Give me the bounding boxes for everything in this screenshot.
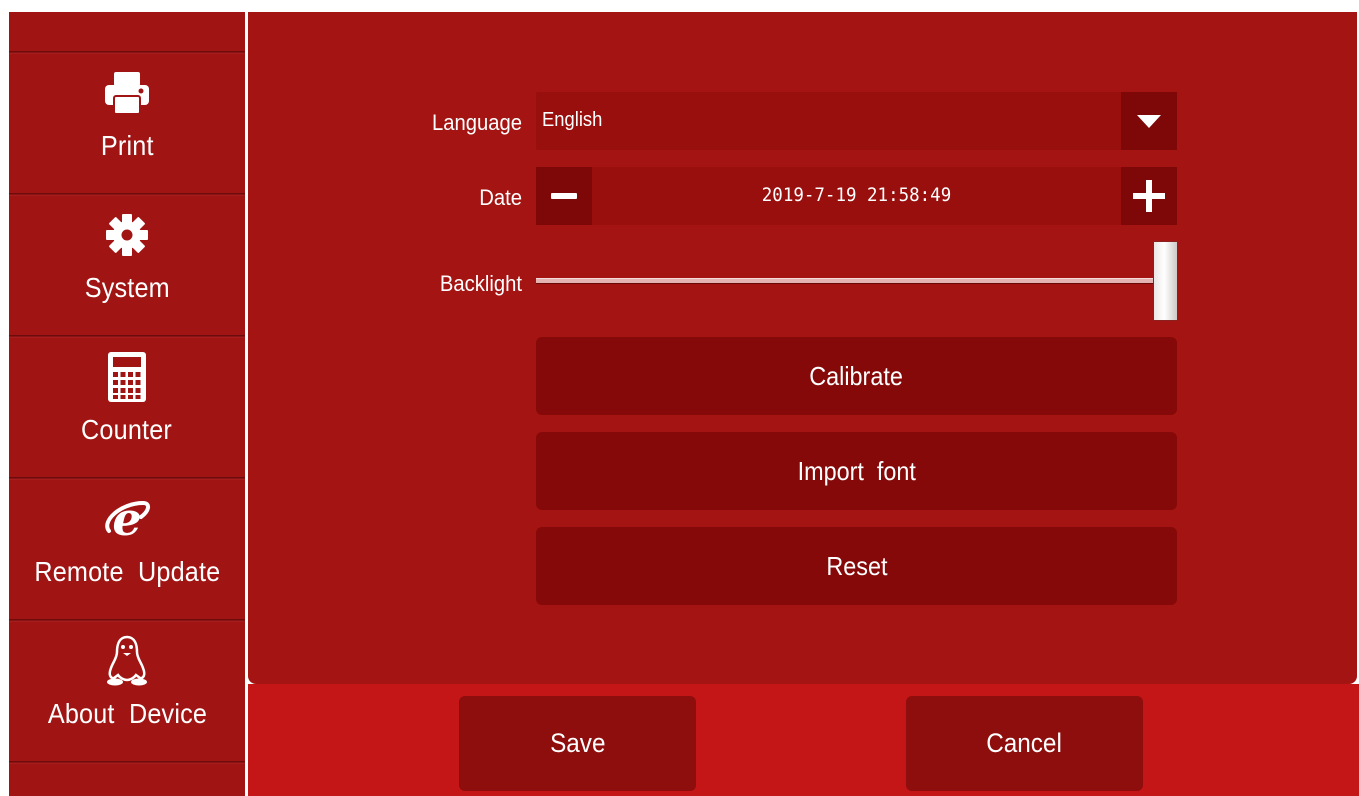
backlight-slider-handle[interactable] bbox=[1153, 241, 1178, 321]
printer-icon bbox=[101, 68, 153, 118]
gear-icon bbox=[105, 210, 149, 260]
import-font-label: Import font bbox=[797, 455, 916, 486]
language-select[interactable]: English bbox=[536, 92, 1177, 150]
reset-label: Reset bbox=[825, 550, 888, 581]
sidebar-item-label: About Device bbox=[47, 698, 207, 729]
sidebar: Print System Counter e Remote Update Abo… bbox=[9, 12, 245, 796]
penguin-icon bbox=[102, 635, 152, 686]
date-field: 2019-7-19 21:58:49 bbox=[536, 167, 1177, 225]
date-value: 2019-7-19 21:58:49 bbox=[761, 184, 952, 206]
sidebar-item-label: System bbox=[84, 272, 170, 303]
plus-button[interactable] bbox=[1121, 167, 1177, 225]
calculator-icon bbox=[107, 352, 147, 402]
calibrate-button[interactable]: Calibrate bbox=[536, 337, 1177, 415]
calibrate-label: Calibrate bbox=[809, 360, 904, 391]
cancel-label: Cancel bbox=[986, 728, 1063, 758]
sidebar-item-remote-update[interactable]: e Remote Update bbox=[9, 480, 245, 618]
backlight-slider-track[interactable] bbox=[536, 278, 1153, 284]
cancel-button[interactable]: Cancel bbox=[906, 696, 1143, 791]
import-font-button[interactable]: Import font bbox=[536, 432, 1177, 510]
sidebar-divider bbox=[9, 761, 245, 764]
settings-panel: Language English Date 2019-7-19 21:58:49… bbox=[248, 12, 1357, 684]
language-value: English bbox=[542, 109, 603, 131]
sidebar-item-label: Print bbox=[100, 130, 154, 161]
sidebar-item-system[interactable]: System bbox=[9, 196, 245, 334]
sidebar-item-label: Counter bbox=[81, 414, 173, 445]
footer-bar: Save Cancel bbox=[248, 684, 1359, 796]
chevron-down-icon[interactable] bbox=[1121, 92, 1177, 150]
app-window: Print System Counter e Remote Update Abo… bbox=[9, 12, 1359, 796]
internet-explorer-icon: e bbox=[103, 494, 151, 544]
save-label: Save bbox=[549, 728, 606, 758]
sidebar-item-print[interactable]: Print bbox=[9, 54, 245, 192]
sidebar-item-label: Remote Update bbox=[33, 556, 221, 587]
date-label: Date bbox=[479, 185, 522, 210]
reset-button[interactable]: Reset bbox=[536, 527, 1177, 605]
sidebar-item-about-device[interactable]: About Device bbox=[9, 622, 245, 760]
save-button[interactable]: Save bbox=[459, 696, 696, 791]
sidebar-item-counter[interactable]: Counter bbox=[9, 338, 245, 476]
language-label: Language bbox=[431, 110, 522, 135]
backlight-label: Backlight bbox=[439, 271, 522, 296]
plus-icon bbox=[1133, 180, 1165, 212]
